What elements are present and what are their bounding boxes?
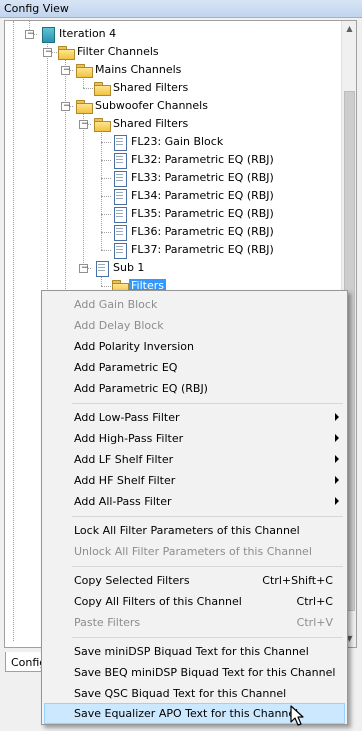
submenu-arrow-icon: [335, 455, 339, 463]
menu-item-add-delay-block[interactable]: Add Delay Block: [44, 315, 345, 336]
tree-line: [83, 113, 84, 267]
tree-line: [13, 21, 14, 641]
tree-line: [83, 88, 93, 89]
document-icon: [111, 152, 128, 169]
tree-line: [101, 286, 111, 287]
submenu-arrow-icon: [335, 497, 339, 505]
collapse-toggle[interactable]: [43, 48, 53, 57]
menu-item-add-low-pass[interactable]: Add Low-Pass Filter: [44, 407, 345, 428]
menu-item-add-gain-block[interactable]: Add Gain Block: [44, 294, 345, 315]
document-icon: [93, 260, 110, 277]
menu-item-lock-all[interactable]: Lock All Filter Parameters of this Chann…: [44, 520, 345, 541]
document-icon: [111, 242, 128, 259]
document-icon: [111, 170, 128, 187]
tree-line: [83, 77, 84, 88]
document-icon: [111, 206, 128, 223]
menu-item-copy-all[interactable]: Copy All Filters of this Channel Ctrl+C: [44, 591, 345, 612]
iteration-icon: [39, 26, 56, 43]
document-icon: [111, 134, 128, 151]
submenu-arrow-icon: [335, 413, 339, 421]
folder-icon: [93, 80, 111, 96]
title-bar: Config View: [0, 0, 362, 18]
mouse-cursor-icon: [290, 705, 304, 726]
menu-item-unlock-all[interactable]: Unlock All Filter Parameters of this Cha…: [44, 541, 345, 562]
collapse-toggle[interactable]: [61, 66, 71, 75]
menu-item-save-qsc[interactable]: Save QSC Biquad Text for this Channel: [44, 683, 345, 704]
folder-open-icon: [93, 116, 111, 132]
context-menu: Add Gain Block Add Delay Block Add Polar…: [41, 290, 348, 725]
menu-item-add-polarity-inversion[interactable]: Add Polarity Inversion: [44, 336, 345, 357]
menu-item-add-hf-shelf[interactable]: Add HF Shelf Filter: [44, 470, 345, 491]
collapse-toggle[interactable]: [79, 120, 89, 129]
submenu-arrow-icon: [335, 434, 339, 442]
document-icon: [111, 224, 128, 241]
tree-line: [101, 214, 111, 215]
menu-item-save-beq[interactable]: Save BEQ miniDSP Biquad Text for this Ch…: [44, 662, 345, 683]
tree-line: [101, 160, 111, 161]
tree-line: [101, 250, 111, 251]
menu-item-add-high-pass[interactable]: Add High-Pass Filter: [44, 428, 345, 449]
menu-separator: [72, 516, 343, 517]
collapse-toggle[interactable]: [61, 102, 71, 111]
menu-separator: [72, 403, 343, 404]
menu-item-save-minidsp[interactable]: Save miniDSP Biquad Text for this Channe…: [44, 641, 345, 662]
menu-item-add-all-pass[interactable]: Add All-Pass Filter: [44, 491, 345, 512]
tree-line: [101, 232, 111, 233]
menu-item-add-parametric-eq[interactable]: Add Parametric EQ: [44, 357, 345, 378]
tree-line: [101, 196, 111, 197]
menu-separator: [72, 637, 343, 638]
submenu-arrow-icon: [335, 476, 339, 484]
menu-item-add-lf-shelf[interactable]: Add LF Shelf Filter: [44, 449, 345, 470]
document-icon: [111, 188, 128, 205]
menu-separator: [72, 566, 343, 567]
folder-open-icon: [57, 44, 75, 60]
folder-open-icon: [75, 62, 93, 78]
window-title: Config View: [4, 2, 69, 15]
menu-item-add-parametric-eq-rbj[interactable]: Add Parametric EQ (RBJ): [44, 378, 345, 399]
collapse-toggle[interactable]: [25, 30, 35, 39]
scroll-up-arrow-icon[interactable]: ▲: [342, 21, 357, 37]
menu-item-copy-selected[interactable]: Copy Selected Filters Ctrl+Shift+C: [44, 570, 345, 591]
collapse-toggle[interactable]: [79, 264, 89, 273]
tree-line: [101, 178, 111, 179]
tree-line: [101, 142, 111, 143]
folder-open-icon: [75, 98, 93, 114]
menu-item-paste[interactable]: Paste Filters Ctrl+V: [44, 612, 345, 633]
